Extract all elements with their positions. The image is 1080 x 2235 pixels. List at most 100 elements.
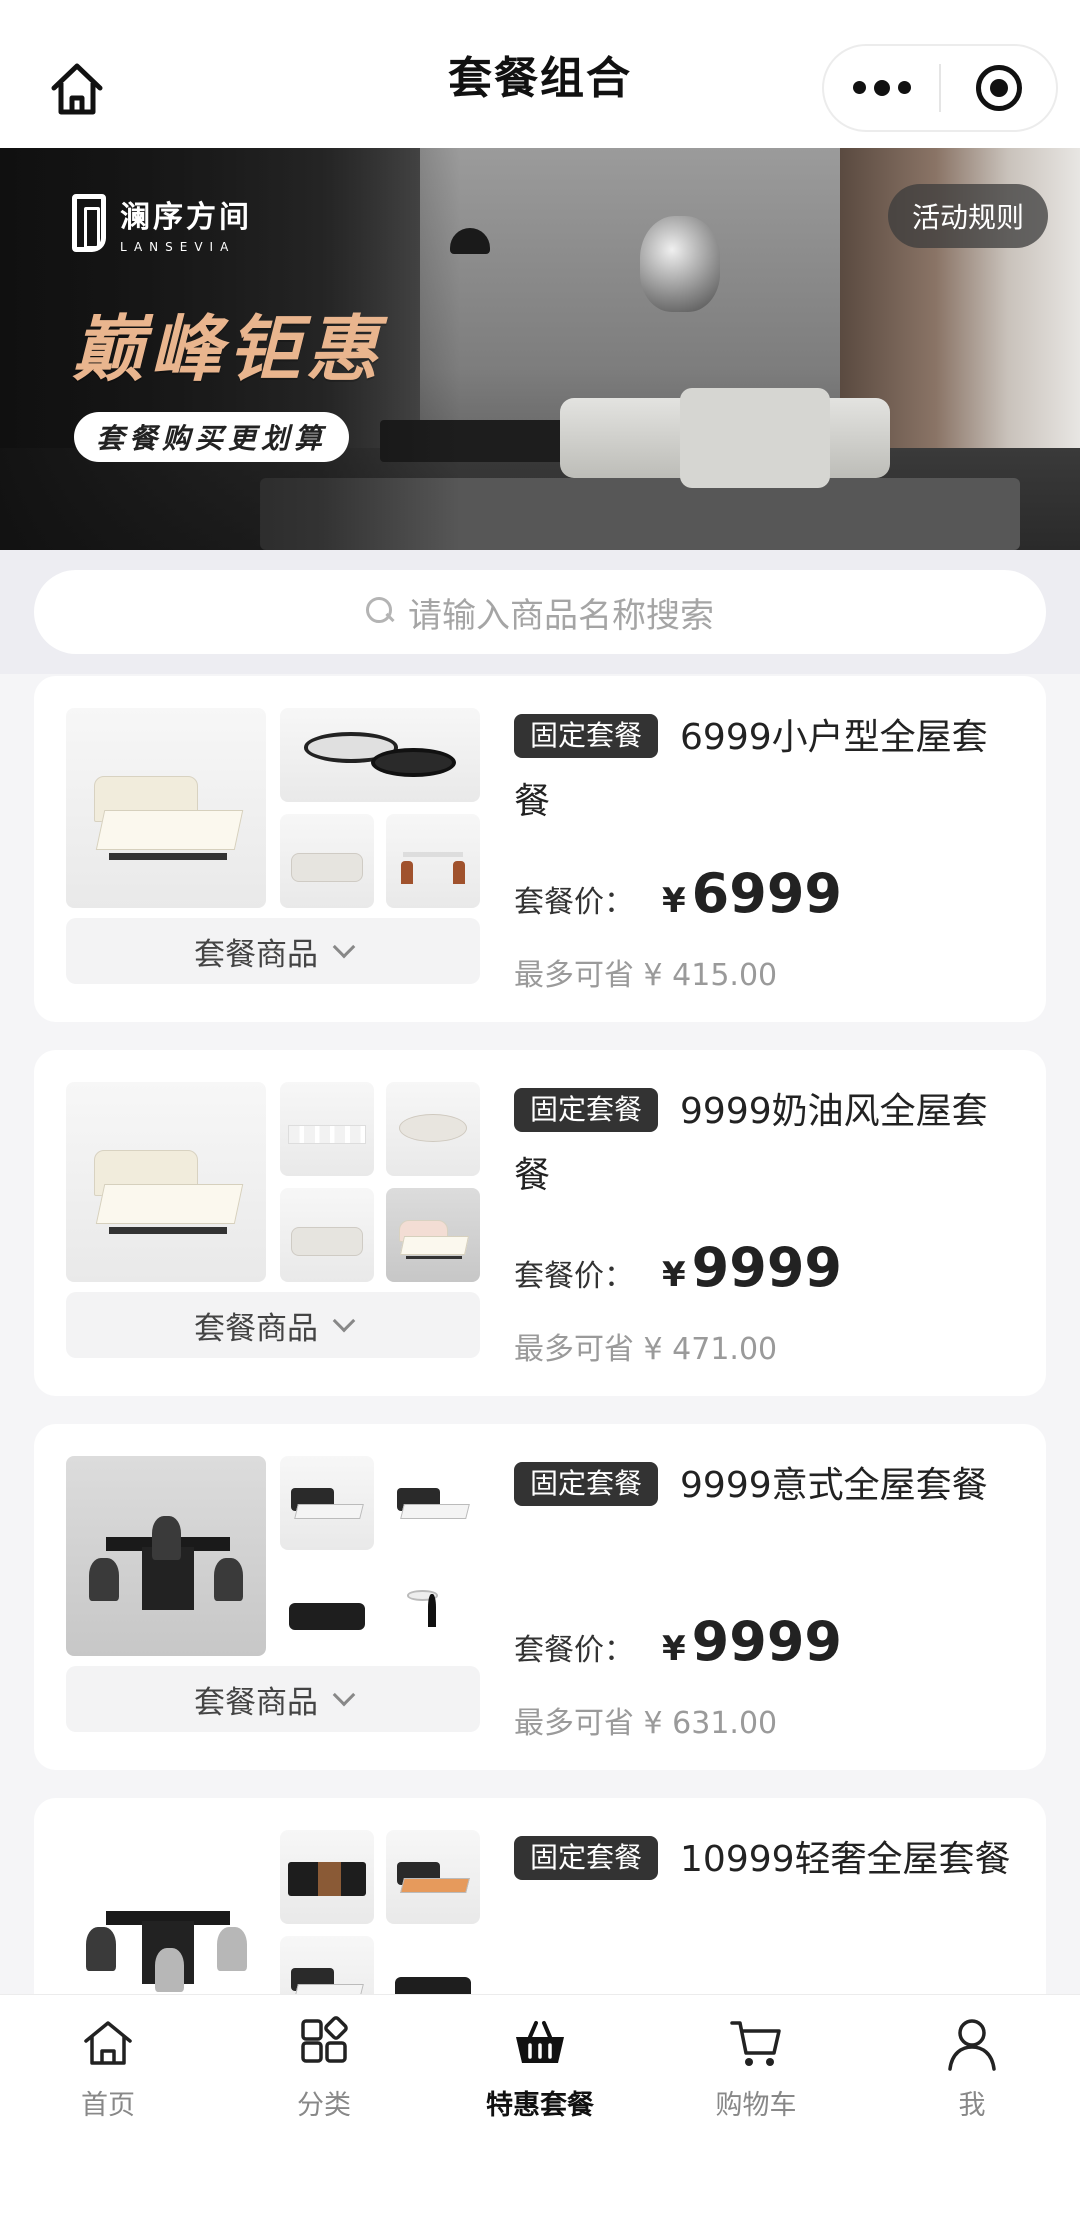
promo-banner[interactable]: 澜序方间 LANSEVIA 巅峰钜惠 套餐购买更划算 活动规则: [0, 148, 1080, 550]
banner-sofa-chaise: [680, 388, 830, 488]
package-item-image: [280, 1830, 374, 1924]
package-card[interactable]: 套餐商品 固定套餐 9999意式全屋套餐 套餐价： ¥ 9999 最多可省 ¥ 6…: [34, 1424, 1046, 1770]
tab-special-packages[interactable]: 特惠套餐: [432, 2015, 648, 2135]
package-name: 10999轻奢全屋套餐: [680, 1839, 1011, 1880]
brand-name: 澜序方间: [120, 200, 252, 235]
more-dots-icon: [852, 79, 911, 96]
activity-rules-button[interactable]: 活动规则: [887, 184, 1048, 248]
cart-icon: [730, 2021, 781, 2066]
target-icon: [975, 65, 1022, 111]
package-item-image: [280, 1456, 374, 1550]
search-input[interactable]: 请输入商品名称搜索: [34, 570, 1046, 654]
brand-subtitle: LANSEVIA: [120, 240, 236, 254]
max-savings: 最多可省 ¥ 631.00: [514, 1706, 778, 1741]
page: 套餐组合 澜序方间 LANSEVIA 巅峰钜惠 套餐购买更划算 活动规则 请输入…: [0, 0, 1080, 2235]
package-items-label: 套餐商品: [194, 1684, 318, 1721]
home-icon: [84, 2021, 132, 2065]
package-name: 9999意式全屋套餐: [680, 1465, 988, 1506]
package-tag: 固定套餐: [514, 1088, 659, 1132]
currency-symbol: ¥: [662, 881, 686, 921]
package-item-image: [280, 814, 374, 908]
package-items-toggle[interactable]: 套餐商品: [66, 918, 480, 984]
package-tag: 固定套餐: [514, 1836, 659, 1880]
page-title: 套餐组合: [448, 53, 632, 104]
package-item-image: [386, 1456, 480, 1550]
brand-mark-icon: [72, 194, 106, 252]
more-button[interactable]: [824, 46, 939, 130]
price-label: 套餐价：: [514, 1259, 634, 1294]
price-value: 9999: [691, 1236, 842, 1299]
chevron-down-icon: [332, 1309, 356, 1333]
tab-label: 特惠套餐: [486, 2090, 594, 2121]
package-title[interactable]: 固定套餐 10999轻奢全屋套餐: [514, 1828, 1014, 1892]
package-info: 固定套餐 10999轻奢全屋套餐: [514, 1828, 1014, 1892]
tab-label: 购物车: [715, 2090, 797, 2121]
package-price: 套餐价： ¥ 9999: [514, 1610, 842, 1673]
package-info: 固定套餐 9999意式全屋套餐: [514, 1454, 1014, 1518]
package-main-image: [66, 708, 266, 908]
package-card[interactable]: 套餐商品 固定套餐 6999小户型全屋套餐 套餐价： ¥ 6999 最多可省 ¥ …: [34, 676, 1046, 1022]
price-label: 套餐价：: [514, 1633, 634, 1668]
package-items-label: 套餐商品: [194, 1310, 318, 1347]
category-icon: [301, 2016, 348, 2063]
search-area: 请输入商品名称搜索: [0, 550, 1080, 674]
package-item-image: [280, 1082, 374, 1176]
package-info: 固定套餐 6999小户型全屋套餐: [514, 706, 1014, 834]
price-label: 套餐价：: [514, 885, 634, 920]
home-icon[interactable]: [46, 58, 108, 120]
brand-logo: 澜序方间 LANSEVIA: [72, 192, 252, 254]
package-tag: 固定套餐: [514, 714, 659, 758]
miniprogram-capsule: [822, 44, 1058, 132]
package-item-image: [386, 1082, 480, 1176]
bottom-tab-bar: 首页 分类 特惠套餐 购物车 我: [0, 1994, 1080, 2235]
package-items-label: 套餐商品: [194, 936, 318, 973]
package-main-image: [66, 1830, 266, 1994]
package-title[interactable]: 固定套餐 9999奶油风全屋套餐: [514, 1080, 1014, 1208]
banner-mirror: [640, 216, 720, 312]
package-item-image: [280, 1188, 374, 1282]
tab-cart[interactable]: 购物车: [648, 2015, 864, 2135]
close-miniprogram-button[interactable]: [941, 46, 1056, 130]
package-item-image: [386, 1188, 480, 1282]
tab-label: 分类: [297, 2090, 351, 2121]
chevron-down-icon: [332, 1683, 356, 1707]
tab-label: 我: [958, 2090, 986, 2121]
package-title[interactable]: 固定套餐 6999小户型全屋套餐: [514, 706, 1014, 834]
basket-icon: [516, 2021, 564, 2063]
user-icon: [948, 2019, 996, 2071]
tab-category[interactable]: 分类: [216, 2015, 432, 2135]
price-value: 6999: [691, 862, 842, 925]
tab-me[interactable]: 我: [864, 2015, 1080, 2135]
tab-home[interactable]: 首页: [0, 2015, 216, 2135]
package-item-image: [280, 1562, 374, 1656]
package-item-image: [386, 814, 480, 908]
promo-title: 巅峰钜惠: [72, 307, 385, 391]
chevron-down-icon: [332, 935, 356, 959]
max-savings: 最多可省 ¥ 471.00: [514, 1332, 778, 1367]
package-item-image: [386, 1562, 480, 1656]
package-price: 套餐价： ¥ 6999: [514, 862, 842, 925]
package-card[interactable]: 固定套餐 10999轻奢全屋套餐: [34, 1798, 1046, 1994]
package-item-image: [280, 1936, 374, 1994]
tab-label: 首页: [81, 2090, 135, 2121]
price-value: 9999: [691, 1610, 842, 1673]
package-items-toggle[interactable]: 套餐商品: [66, 1666, 480, 1732]
package-info: 固定套餐 9999奶油风全屋套餐: [514, 1080, 1014, 1208]
search-placeholder: 请输入商品名称搜索: [408, 595, 714, 636]
package-list[interactable]: 套餐商品 固定套餐 6999小户型全屋套餐 套餐价： ¥ 6999 最多可省 ¥ …: [0, 674, 1080, 1994]
max-savings: 最多可省 ¥ 415.00: [514, 958, 778, 993]
package-items-toggle[interactable]: 套餐商品: [66, 1292, 480, 1358]
package-title[interactable]: 固定套餐 9999意式全屋套餐: [514, 1454, 1014, 1518]
package-main-image: [66, 1456, 266, 1656]
search-icon: [366, 597, 396, 627]
package-tag: 固定套餐: [514, 1462, 659, 1506]
top-nav-bar: 套餐组合: [0, 0, 1080, 148]
currency-symbol: ¥: [662, 1629, 686, 1669]
package-item-image: [386, 1830, 480, 1924]
package-item-image: [386, 1936, 480, 1994]
currency-symbol: ¥: [662, 1255, 686, 1295]
promo-subtitle: 套餐购买更划算: [74, 412, 350, 462]
package-card[interactable]: 套餐商品 固定套餐 9999奶油风全屋套餐 套餐价： ¥ 9999 最多可省 ¥ …: [34, 1050, 1046, 1396]
package-main-image: [66, 1082, 266, 1282]
package-price: 套餐价： ¥ 9999: [514, 1236, 842, 1299]
